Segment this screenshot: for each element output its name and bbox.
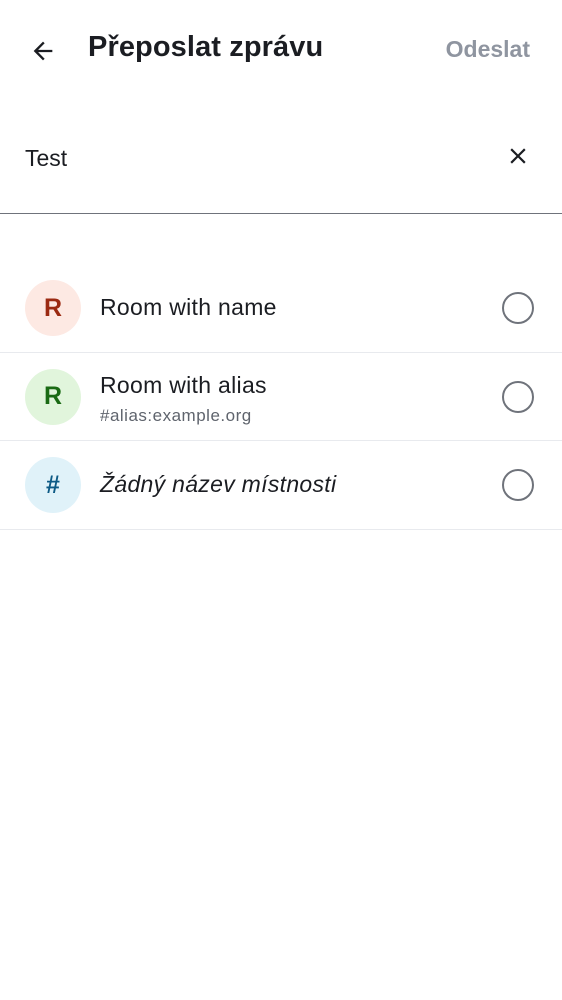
room-name: Room with alias: [100, 371, 267, 398]
select-radio[interactable]: [502, 292, 534, 324]
arrow-left-icon: [33, 41, 53, 61]
room-row[interactable]: R Room with name: [0, 264, 562, 353]
avatar: R: [25, 280, 81, 336]
search-input[interactable]: [25, 138, 465, 178]
avatar: #: [25, 457, 81, 513]
room-name: Room with name: [100, 294, 277, 320]
back-button[interactable]: [20, 28, 66, 74]
clear-search-button[interactable]: [500, 138, 536, 174]
room-row[interactable]: R Room with alias #alias:example.org: [0, 353, 562, 441]
search-bar: [0, 118, 562, 214]
select-radio[interactable]: [502, 380, 534, 413]
room-row[interactable]: # Žádný název místnosti: [0, 441, 562, 530]
send-button[interactable]: Odeslat: [446, 36, 530, 63]
avatar: R: [25, 368, 81, 425]
page-title: Přeposlat zprávu: [88, 31, 324, 63]
room-list: R Room with name R Room with alias #alia…: [0, 264, 562, 530]
room-alias: #alias:example.org: [100, 405, 252, 425]
top-app-bar: Přeposlat zprávu Odeslat: [0, 0, 562, 100]
room-name: Žádný název místnosti: [100, 471, 337, 497]
close-icon: [510, 148, 526, 164]
select-radio[interactable]: [502, 469, 534, 501]
